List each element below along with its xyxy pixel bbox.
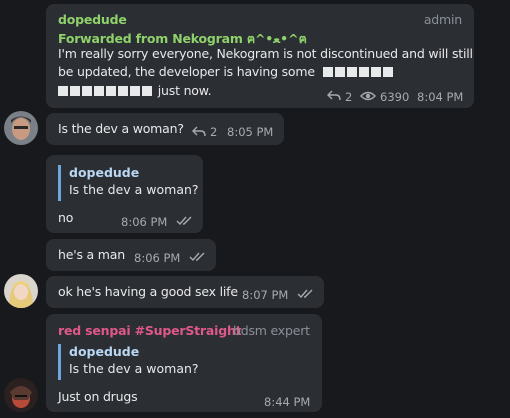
message-time: 8:04 PM bbox=[417, 90, 464, 104]
message-bubble[interactable]: Is the dev a woman? 2 8:05 PM bbox=[46, 113, 284, 145]
avatar-image bbox=[4, 111, 38, 145]
message-time: 8:05 PM bbox=[227, 125, 274, 139]
message-time: 8:06 PM bbox=[134, 251, 181, 265]
message-text: Is the dev a woman? bbox=[58, 121, 184, 136]
message-text-line: I'm really sorry everyone, Nekogram is n… bbox=[58, 46, 473, 61]
message-text: Just on drugs bbox=[58, 389, 138, 404]
message-text: he's a man bbox=[58, 247, 125, 262]
avatar[interactable] bbox=[4, 378, 38, 412]
reply-count[interactable]: 2 bbox=[210, 125, 217, 139]
message-time: 8:44 PM bbox=[264, 395, 311, 409]
quote-sender: dopedude bbox=[69, 165, 140, 180]
message-text: ok he's having a good sex life bbox=[58, 284, 238, 299]
quote-sender: dopedude bbox=[69, 344, 140, 359]
message-time: 8:07 PM bbox=[242, 288, 289, 302]
avatar-image bbox=[4, 378, 38, 412]
message-time: 8:06 PM bbox=[121, 215, 168, 229]
message-text: no bbox=[58, 210, 74, 225]
sender-role: admin bbox=[423, 12, 462, 27]
unsupported-glyph-boxes bbox=[58, 83, 154, 98]
avatar[interactable] bbox=[4, 274, 38, 308]
eye-icon bbox=[360, 91, 376, 101]
avatar[interactable] bbox=[4, 111, 38, 145]
avatar-image bbox=[4, 274, 38, 308]
message-bubble[interactable]: red senpai #SuperStraight bdsm expert do… bbox=[46, 314, 322, 412]
message-text-part: just now. bbox=[157, 83, 212, 98]
double-check-icon bbox=[297, 289, 313, 299]
message-bubble-forwarded[interactable]: dopedude admin Forwarded from Nekogram ฅ… bbox=[46, 4, 474, 108]
reply-count[interactable]: 2 bbox=[345, 90, 352, 104]
message-bubble[interactable]: ok he's having a good sex life 8:07 PM bbox=[46, 276, 324, 308]
unsupported-glyph-boxes bbox=[322, 64, 395, 79]
double-check-icon bbox=[189, 252, 205, 262]
reply-arrow-icon[interactable] bbox=[327, 90, 341, 102]
reply-quote[interactable]: dopedude Is the dev a woman? bbox=[58, 165, 199, 201]
sender-role: bdsm expert bbox=[233, 323, 310, 338]
double-check-icon bbox=[176, 216, 192, 226]
reply-quote[interactable]: dopedude Is the dev a woman? bbox=[58, 344, 199, 380]
quote-text: Is the dev a woman? bbox=[69, 182, 199, 197]
message-bubble[interactable]: he's a man 8:06 PM bbox=[46, 239, 216, 271]
view-count: 6390 bbox=[380, 90, 410, 104]
message-bubble[interactable]: dopedude Is the dev a woman? no 8:06 PM bbox=[46, 155, 203, 233]
sender-name[interactable]: red senpai #SuperStraight bbox=[58, 323, 242, 338]
quote-text: Is the dev a woman? bbox=[69, 361, 199, 376]
message-text-line: be updated, the developer is having some bbox=[58, 64, 395, 79]
message-text-part: be updated, the developer is having some bbox=[58, 64, 315, 79]
message-text-line: just now. bbox=[58, 83, 212, 98]
reply-arrow-icon[interactable] bbox=[192, 126, 206, 138]
sender-name[interactable]: dopedude bbox=[58, 12, 127, 27]
